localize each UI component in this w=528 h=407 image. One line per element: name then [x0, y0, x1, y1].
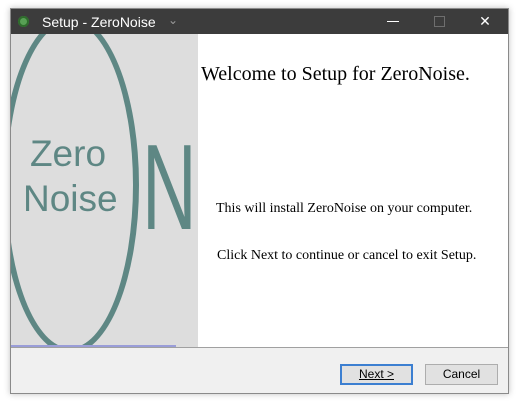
- logo-text: Zero Noise: [23, 131, 118, 221]
- app-icon: [18, 16, 29, 27]
- logo-panel: Zero Noise N: [11, 34, 198, 347]
- logo-big-letter: N: [142, 119, 197, 255]
- install-text: This will install ZeroNoise on your comp…: [216, 201, 473, 216]
- close-button[interactable]: ✕: [462, 9, 508, 34]
- logo-line-zero: Zero: [29, 133, 107, 174]
- next-button[interactable]: Next >: [340, 364, 413, 385]
- continue-text: Click Next to continue or cancel to exit…: [217, 248, 477, 263]
- setup-window: Setup - ZeroNoise ⌄ ✕ Zero Noise N Welco…: [10, 8, 509, 394]
- logo-line-noise: Noise: [23, 178, 118, 219]
- close-icon: ✕: [479, 13, 491, 29]
- title-bar[interactable]: Setup - ZeroNoise ⌄ ✕: [11, 9, 508, 34]
- cancel-button[interactable]: Cancel: [425, 364, 498, 385]
- cancel-button-label: Cancel: [442, 367, 481, 381]
- title-menu-icon: ⌄: [168, 13, 179, 27]
- maximize-icon: [434, 16, 445, 27]
- maximize-button[interactable]: [416, 9, 462, 34]
- next-button-label: Next >: [358, 367, 394, 381]
- window-title: Setup - ZeroNoise: [42, 14, 156, 30]
- footer-bar: Next > Cancel: [11, 348, 508, 393]
- welcome-heading: Welcome to Setup for ZeroNoise.: [201, 63, 470, 85]
- minimize-button[interactable]: [370, 9, 416, 34]
- minimize-icon: [387, 21, 399, 22]
